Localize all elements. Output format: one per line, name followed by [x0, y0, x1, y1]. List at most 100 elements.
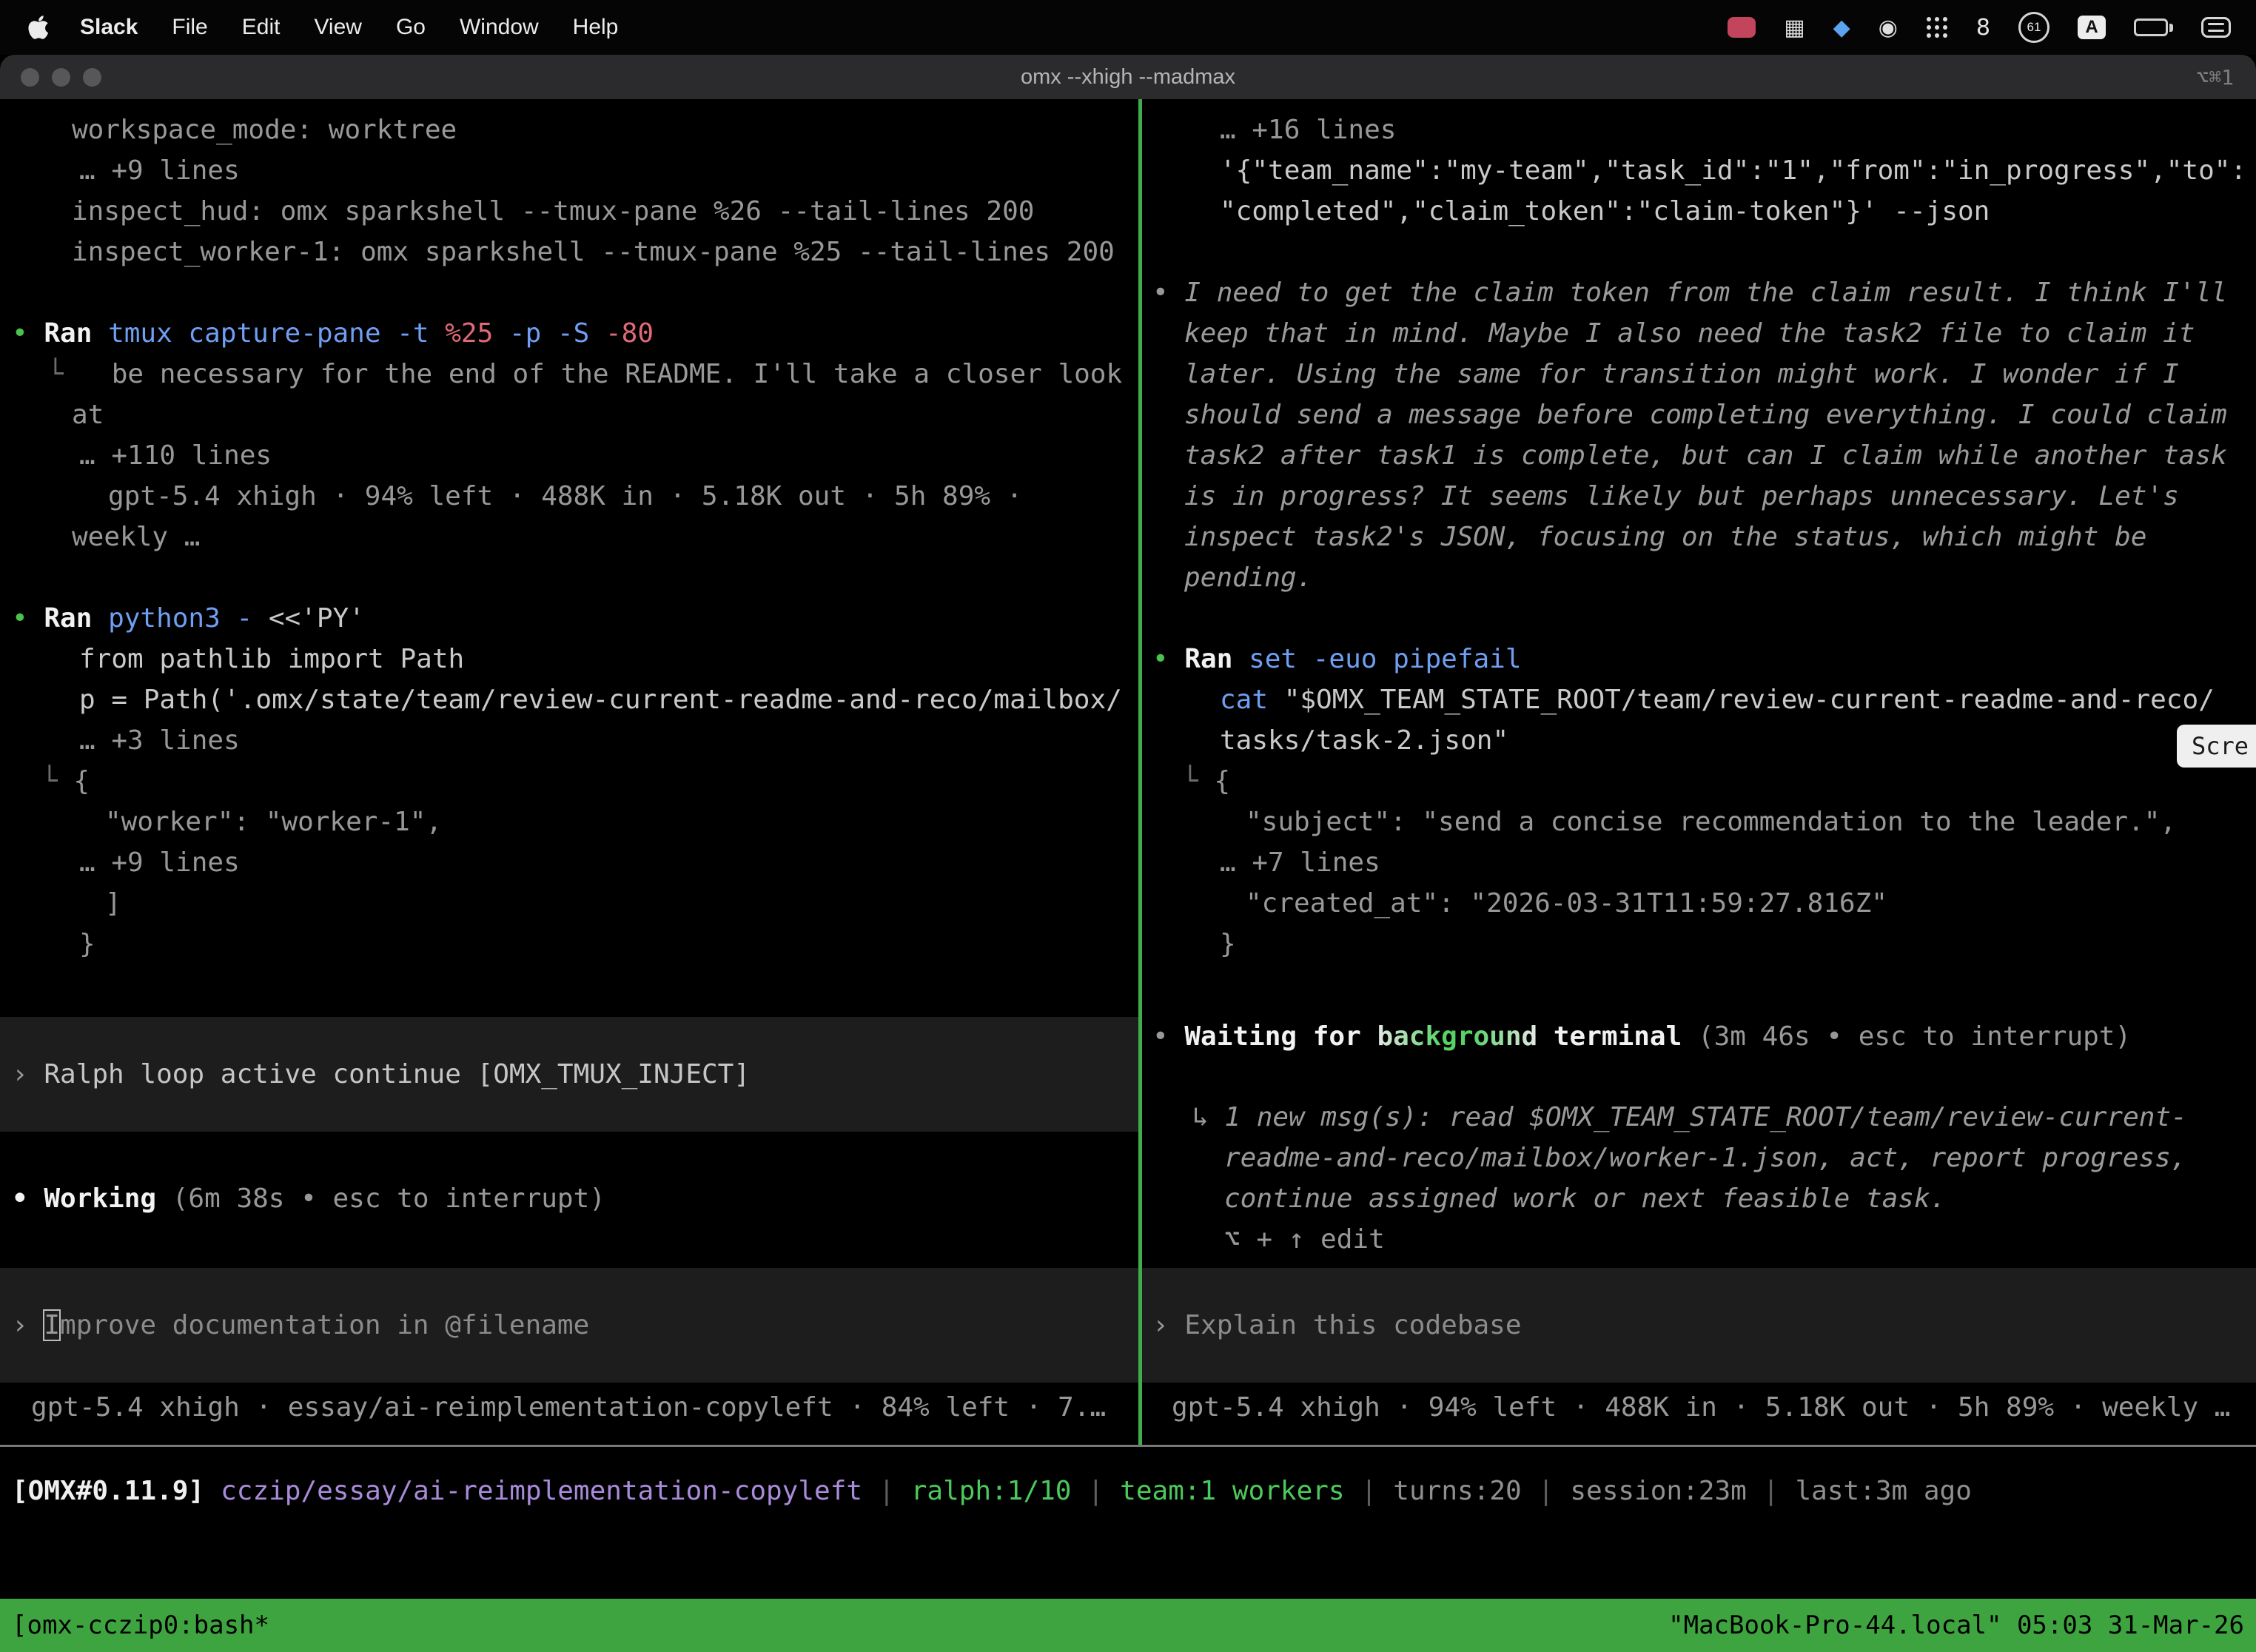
left-pane[interactable]: workspace_mode: worktree… +9 linesinspec… — [0, 99, 1138, 1446]
menu-file[interactable]: File — [172, 15, 207, 40]
omx-last-activity: last:3m ago — [1795, 1476, 1971, 1506]
terminal-line: tasks/task-2.json" — [1152, 720, 2256, 761]
terminal-line: └ { — [12, 761, 1138, 802]
separator: | — [1763, 1476, 1779, 1506]
screen: Slack File Edit View Go Window Help ▦ ◆ … — [0, 0, 2256, 1652]
prompt-strip[interactable]: › Explain this codebase — [1142, 1268, 2256, 1383]
terminal-line — [12, 272, 1138, 313]
terminal-line: is in progress? It seems likely but perh… — [1152, 476, 2256, 517]
terminal-line — [12, 557, 1138, 598]
terminal-line: • Ran python3 - <<'PY' — [12, 598, 1138, 639]
terminal-line — [1152, 598, 2256, 639]
terminal-line: later. Using the same for transition mig… — [1152, 354, 2256, 394]
terminal-line: … +110 lines — [12, 435, 1138, 476]
menu-view[interactable]: View — [314, 15, 361, 40]
terminal-line: "completed","claim_token":"claim-token"}… — [1152, 191, 2256, 232]
terminal-line: • Ran tmux capture-pane -t %25 -p -S -80 — [12, 313, 1138, 354]
window-title-bar: omx --xhigh --madmax ⌥⌘1 — [0, 55, 2256, 99]
terminal-line: workspace_mode: worktree — [12, 110, 1138, 150]
window-shortcut-hint: ⌥⌘1 — [2196, 65, 2234, 90]
terminal-line: └ be necessary for the end of the README… — [12, 354, 1138, 394]
terminal-line: from pathlib import Path — [12, 639, 1138, 679]
separator: | — [1361, 1476, 1377, 1506]
grid-app-icon[interactable]: ▦ — [1784, 0, 1805, 55]
terminal-line: } — [12, 924, 1138, 964]
tmux-session-window: [omx-cczip0:bash* — [12, 1611, 269, 1640]
menu-edit[interactable]: Edit — [242, 15, 281, 40]
terminal-line: … +16 lines — [1152, 110, 2256, 150]
terminal-line: inspect_hud: omx sparkshell --tmux-pane … — [12, 191, 1138, 232]
terminal-line: … +9 lines — [12, 150, 1138, 191]
menu-window[interactable]: Window — [460, 15, 539, 40]
terminal-line: pending. — [1152, 557, 2256, 598]
terminal-line: weekly … — [12, 517, 1138, 557]
app-icon-8[interactable]: 8 — [1976, 0, 1990, 55]
terminal-line: • I need to get the claim token from the… — [1152, 272, 2256, 313]
omx-turns: turns:20 — [1393, 1476, 1521, 1506]
screen-popup-text: Scre — [2192, 732, 2249, 760]
terminal-line: "created_at": "2026-03-31T11:59:27.816Z" — [1152, 883, 2256, 924]
terminal-line: p = Path('.omx/state/team/review-current… — [12, 679, 1138, 720]
terminal-line: gpt-5.4 xhigh · 94% left · 488K in · 5.1… — [12, 476, 1138, 517]
terminal-line: gpt-5.4 xhigh · 94% left · 488K in · 5.1… — [1152, 1387, 2256, 1428]
terminal-split: workspace_mode: worktree… +9 linesinspec… — [0, 99, 2256, 1446]
close-button[interactable] — [21, 68, 39, 87]
prompt-strip[interactable]: › Ralph loop active continue [OMX_TMUX_I… — [0, 1017, 1138, 1132]
traffic-lights — [21, 68, 101, 87]
right-pane[interactable]: … +16 lines'{"team_name":"my-team","task… — [1142, 99, 2256, 1446]
separator: | — [1087, 1476, 1104, 1506]
terminal-line: task2 after task1 is complete, but can I… — [1152, 435, 2256, 476]
terminal-line: … +9 lines — [12, 842, 1138, 883]
terminal-line: … +7 lines — [1152, 842, 2256, 883]
round-app-icon[interactable]: ◉ — [1879, 0, 1898, 55]
terminal-line: "subject": "send a concise recommendatio… — [1152, 802, 2256, 842]
terminal-line: at — [12, 394, 1138, 435]
menu-bar: Slack File Edit View Go Window Help ▦ ◆ … — [0, 0, 2256, 55]
menu-help[interactable]: Help — [573, 15, 619, 40]
terminal-line: • Working (6m 38s • esc to interrupt) — [12, 1178, 1138, 1219]
screen-share-popup[interactable]: Scre — [2177, 725, 2256, 768]
control-center-icon[interactable] — [2201, 0, 2231, 55]
omx-version: [OMX#0.11.9] — [12, 1476, 204, 1506]
terminal-line: '{"team_name":"my-team","task_id":"1","f… — [1152, 150, 2256, 191]
separator: | — [879, 1476, 895, 1506]
terminal-line: inspect_worker-1: omx sparkshell --tmux-… — [12, 232, 1138, 272]
battery-icon[interactable] — [2134, 0, 2173, 55]
apple-menu[interactable] — [28, 15, 49, 40]
active-app-name[interactable]: Slack — [80, 15, 138, 40]
terminal-line: inspect task2's JSON, focusing on the st… — [1152, 517, 2256, 557]
terminal-line: ⌥ + ↑ edit — [1152, 1219, 2256, 1260]
tmux-status-bar: [omx-cczip0:bash* "MacBook-Pro-44.local"… — [0, 1599, 2256, 1652]
omx-ralph-counter: ralph:1/10 — [911, 1476, 1072, 1506]
screen-recording-icon[interactable] — [1728, 0, 1756, 55]
terminal-line: • Waiting for background terminal (3m 46… — [1152, 1016, 2256, 1057]
tmux-host-clock: "MacBook-Pro-44.local" 05:03 31-Mar-26 — [1668, 1611, 2244, 1640]
omx-team-workers: team:1 workers — [1120, 1476, 1344, 1506]
terminal-line: • Ran set -euo pipefail — [1152, 639, 2256, 679]
minimize-button[interactable] — [52, 68, 70, 87]
terminal-line: gpt-5.4 xhigh · essay/ai-reimplementatio… — [12, 1387, 1138, 1428]
terminal-line: ] — [12, 883, 1138, 924]
terminal-line: cat "$OMX_TEAM_STATE_ROOT/team/review-cu… — [1152, 679, 2256, 720]
terminal-line: should send a message before completing … — [1152, 394, 2256, 435]
separator: | — [1538, 1476, 1554, 1506]
omx-session-time: session:23m — [1570, 1476, 1746, 1506]
menu-go[interactable]: Go — [396, 15, 426, 40]
diamond-app-icon[interactable]: ◆ — [1833, 0, 1850, 55]
prompt-strip[interactable]: › Improve documentation in @filename — [0, 1268, 1138, 1383]
terminal-line: continue assigned work or next feasible … — [1152, 1178, 2256, 1219]
terminal-line: … +3 lines — [12, 720, 1138, 761]
terminal-line — [1152, 232, 2256, 272]
status-divider-line — [0, 1445, 2256, 1447]
dots-grid-icon[interactable] — [1926, 16, 1948, 38]
zoom-button[interactable] — [83, 68, 101, 87]
terminal-line: "worker": "worker-1", — [12, 802, 1138, 842]
input-source-icon[interactable]: A — [2078, 0, 2106, 55]
apple-icon — [28, 15, 49, 40]
window-title: omx --xhigh --madmax — [1021, 65, 1235, 90]
terminal-line: keep that in mind. Maybe I also need the… — [1152, 313, 2256, 354]
omx-status-bar: [OMX#0.11.9] cczip/essay/ai-reimplementa… — [12, 1468, 2256, 1513]
battery-percentage-icon[interactable]: 61 — [2018, 0, 2049, 55]
terminal-line: └ { — [1152, 761, 2256, 802]
terminal-line: } — [1152, 924, 2256, 964]
